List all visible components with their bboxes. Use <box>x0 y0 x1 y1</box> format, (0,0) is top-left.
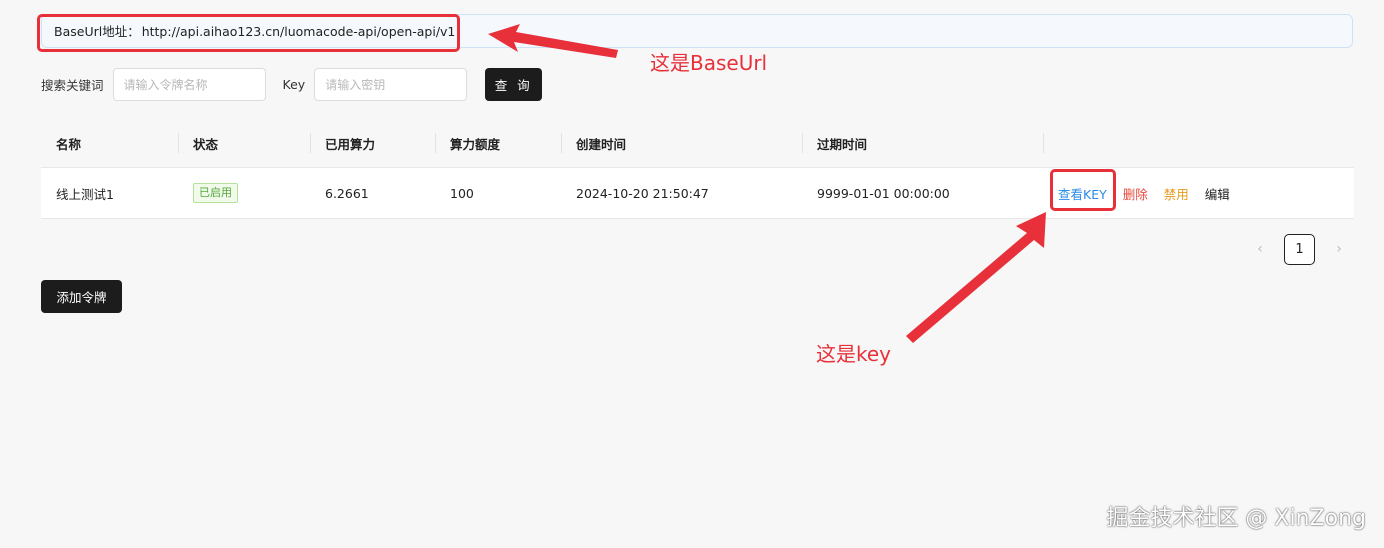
arrow-to-view-key <box>906 212 1046 343</box>
key-annotation-text: 这是key <box>816 342 892 366</box>
arrow-to-baseurl <box>488 24 618 58</box>
annotation-arrows <box>488 24 1046 343</box>
watermark: 掘金技术社区 @ XinZong <box>1106 506 1366 531</box>
baseurl-annotation-text: 这是BaseUrl <box>650 51 768 75</box>
